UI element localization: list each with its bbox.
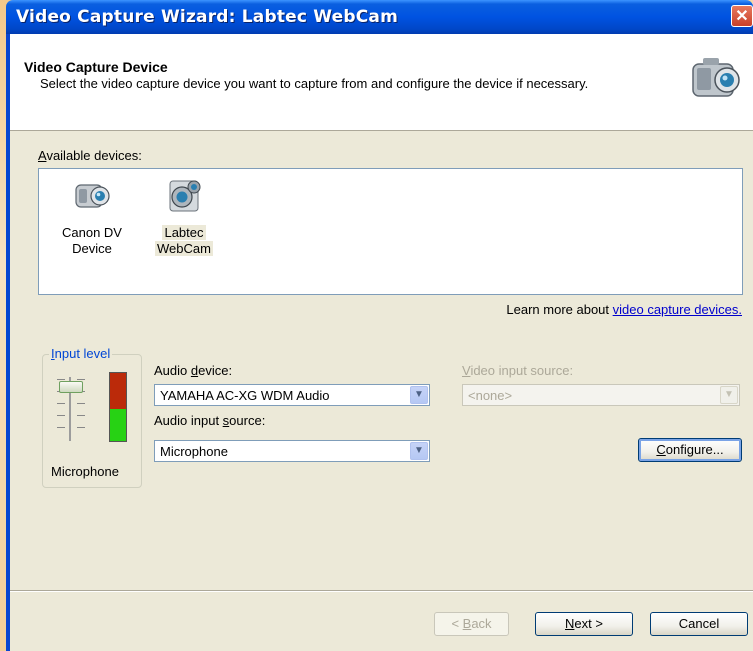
camcorder-icon (75, 184, 110, 208)
device-list[interactable]: Canon DV Device Labtec WebCam (38, 168, 743, 295)
video-capture-devices-link[interactable]: video capture devices. (613, 302, 742, 317)
audio-input-source-select[interactable]: Microphone ▼ (154, 440, 430, 462)
back-button[interactable]: < Back (434, 612, 509, 636)
close-icon: ✕ (735, 8, 749, 25)
device-name-line1: Canon DV (62, 225, 122, 240)
input-level-source-label: Microphone (51, 464, 119, 479)
input-level-group: Input level Microphone (42, 346, 142, 488)
footer-divider (10, 590, 753, 592)
audio-input-source-label: Audio input source: (154, 413, 266, 428)
audio-device-value: YAMAHA AC-XG WDM Audio (160, 388, 330, 403)
camcorder-icon (692, 58, 740, 97)
input-level-title: Input level (49, 346, 113, 361)
dialog-body: Video Capture Device Select the video ca… (10, 34, 753, 651)
input-level-meter (109, 372, 127, 442)
close-button[interactable]: ✕ (731, 5, 753, 27)
wizard-window: Video Capture Wizard: Labtec WebCam ✕ Vi… (6, 0, 753, 651)
window-title: Video Capture Wizard: Labtec WebCam (16, 7, 399, 27)
page-title: Video Capture Device (24, 59, 168, 75)
wizard-header: Video Capture Device Select the video ca… (10, 34, 753, 131)
page-subtitle: Select the video capture device you want… (40, 76, 589, 91)
video-input-source-label: Video input source: (462, 363, 574, 378)
cancel-button[interactable]: Cancel (650, 612, 748, 636)
learn-more-text: Learn more about video capture devices. (506, 302, 742, 317)
meter-peak-segment (110, 373, 126, 409)
chevron-down-icon[interactable]: ▼ (410, 386, 428, 404)
title-bar[interactable]: Video Capture Wizard: Labtec WebCam ✕ (6, 0, 753, 34)
list-item-labtec-webcam[interactable]: Labtec WebCam (139, 175, 229, 257)
available-devices-label: Available devices: (38, 148, 142, 163)
device-name-line1: Labtec (162, 225, 206, 240)
audio-device-select[interactable]: YAMAHA AC-XG WDM Audio ▼ (154, 384, 430, 406)
device-name-line2: Device (72, 241, 112, 256)
configure-button[interactable]: Configure... (638, 438, 742, 462)
video-input-source-select: <none> ▼ (462, 384, 740, 406)
webcam-icon (169, 180, 201, 212)
meter-level-segment (110, 409, 126, 441)
input-level-slider-thumb[interactable] (59, 381, 83, 393)
chevron-down-icon: ▼ (720, 386, 738, 404)
next-button[interactable]: Next > (535, 612, 633, 636)
audio-input-source-value: Microphone (160, 444, 228, 459)
audio-device-label: Audio device: (154, 363, 233, 378)
list-item-canon-dv[interactable]: Canon DV Device (47, 175, 137, 257)
video-input-source-value: <none> (468, 388, 513, 403)
chevron-down-icon[interactable]: ▼ (410, 442, 428, 460)
device-name-line2: WebCam (155, 241, 213, 256)
